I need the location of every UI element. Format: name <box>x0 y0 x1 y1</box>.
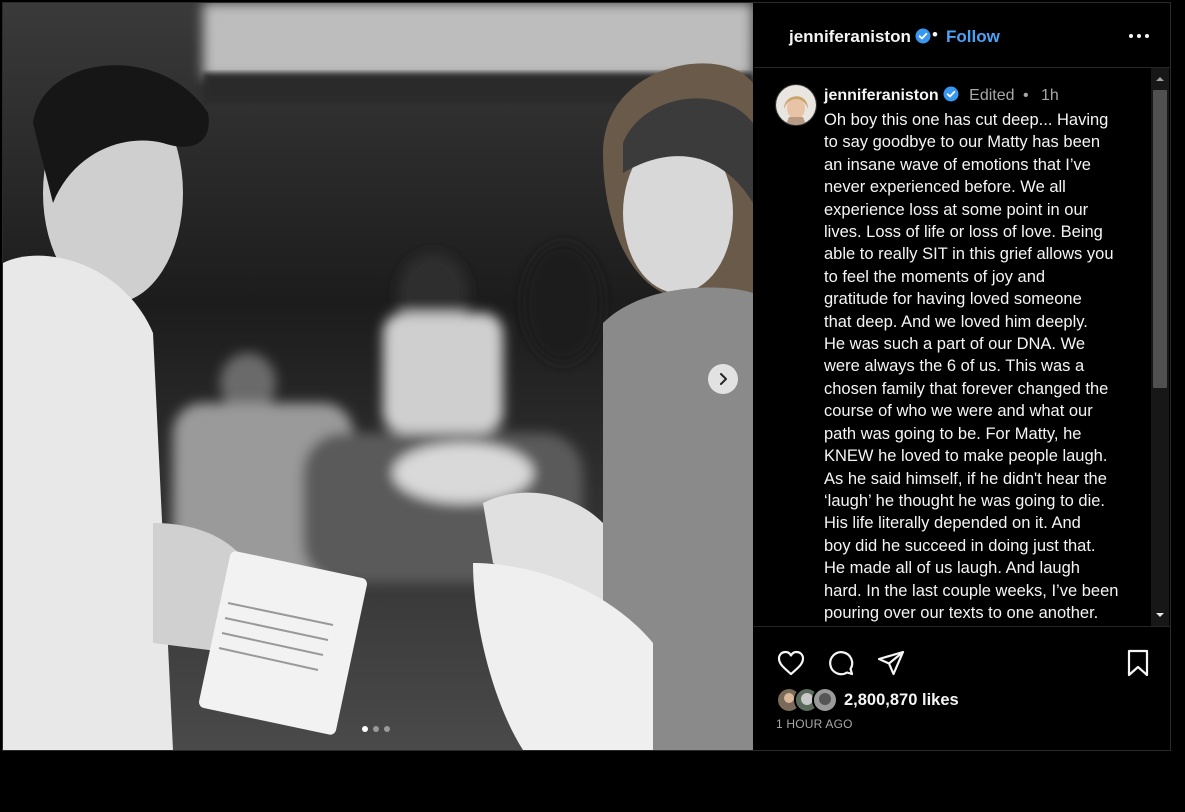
header-separator: • <box>932 25 938 44</box>
carousel-dot <box>373 726 379 732</box>
bookmark-icon[interactable] <box>1123 648 1153 678</box>
post-dialog: jenniferaniston • Follow jenniferaniston… <box>2 2 1171 751</box>
chevron-right-icon <box>720 373 727 385</box>
more-options-icon[interactable] <box>1127 26 1151 46</box>
carousel-indicator <box>362 726 390 732</box>
verified-badge-icon <box>943 86 959 102</box>
caption-time[interactable]: 1h <box>1041 87 1059 104</box>
verified-badge-icon <box>915 28 931 44</box>
post-timestamp[interactable]: 1 HOUR AGO <box>776 717 853 731</box>
author-username-link[interactable]: jenniferaniston <box>789 27 931 47</box>
carousel-dot <box>362 726 368 732</box>
post-photo[interactable] <box>3 3 753 750</box>
follow-button[interactable]: Follow <box>946 27 1000 47</box>
caption-username[interactable]: jenniferaniston <box>824 87 939 104</box>
post-photo-image <box>3 3 753 750</box>
comment-icon[interactable] <box>826 648 856 678</box>
caption-text: Oh boy this one has cut deep... Having t… <box>824 111 1119 622</box>
share-icon[interactable] <box>876 648 906 678</box>
post-actions: 2,800,870 likes 1 HOUR AGO <box>754 627 1170 750</box>
scroll-up-arrow-icon[interactable] <box>1155 74 1165 84</box>
avatar-image <box>776 85 816 125</box>
author-avatar[interactable] <box>775 84 817 126</box>
carousel-dot <box>384 726 390 732</box>
scroll-down-arrow-icon[interactable] <box>1155 610 1165 620</box>
scrollbar[interactable] <box>1151 68 1169 626</box>
author-username: jenniferaniston <box>789 27 911 46</box>
caption-separator: • <box>1022 87 1029 104</box>
scrollbar-thumb[interactable] <box>1153 90 1167 388</box>
next-photo-button[interactable] <box>708 364 738 394</box>
liker-avatar[interactable] <box>812 687 838 713</box>
caption-header: jenniferaniston Edited • 1h <box>824 86 1059 105</box>
comments-section[interactable]: jenniferaniston Edited • 1h Oh boy this … <box>754 68 1170 627</box>
heart-icon[interactable] <box>776 648 806 678</box>
edited-label: Edited <box>969 87 1015 104</box>
likes-row: 2,800,870 likes <box>776 687 959 713</box>
likes-count[interactable]: 2,800,870 likes <box>844 691 959 710</box>
post-header: jenniferaniston • Follow <box>754 3 1170 68</box>
post-side-panel: jenniferaniston • Follow jenniferaniston… <box>754 3 1170 750</box>
